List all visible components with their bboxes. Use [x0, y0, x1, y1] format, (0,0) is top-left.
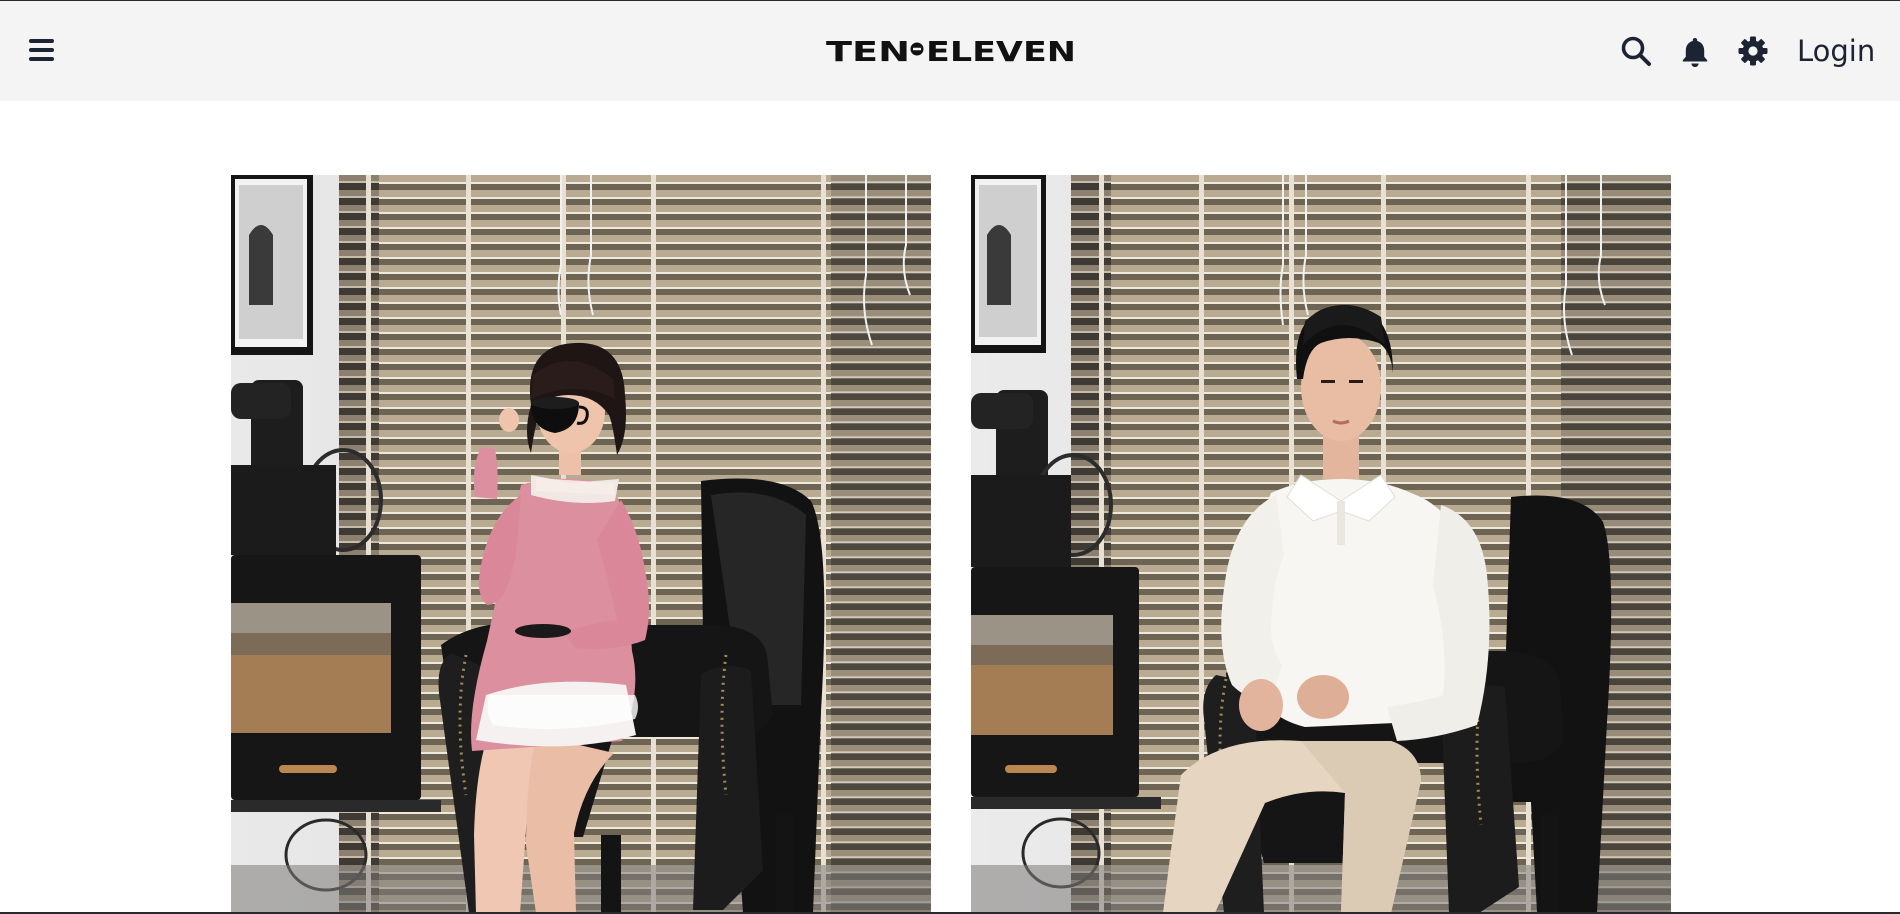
login-link[interactable]: Login: [1797, 34, 1875, 68]
lookbook-photo-2[interactable]: [971, 175, 1671, 912]
search-icon: [1621, 36, 1651, 66]
svg-text:TEN: TEN: [826, 35, 910, 65]
brand-logo[interactable]: TEN ELEVEN: [826, 35, 1076, 68]
svg-text:ELEVEN: ELEVEN: [926, 35, 1076, 65]
lookbook-photo-1[interactable]: [231, 175, 931, 912]
bell-icon: [1682, 38, 1708, 67]
search-button[interactable]: [1620, 35, 1652, 67]
page: TEN ELEVEN Login: [0, 0, 1900, 914]
hamburger-menu-button[interactable]: [27, 35, 57, 65]
lookbook-gallery: [0, 101, 1900, 912]
photo-woman-pink-dress: [231, 175, 931, 912]
notifications-button[interactable]: [1679, 35, 1711, 67]
brand-logo-mark: TEN ELEVEN: [826, 35, 1076, 68]
brand-separator-icon: [910, 42, 924, 56]
gear-icon: [1738, 36, 1768, 66]
top-navigation-bar: TEN ELEVEN Login: [0, 1, 1900, 101]
settings-button[interactable]: [1737, 35, 1769, 67]
photo-man-white-polo: [971, 175, 1671, 912]
